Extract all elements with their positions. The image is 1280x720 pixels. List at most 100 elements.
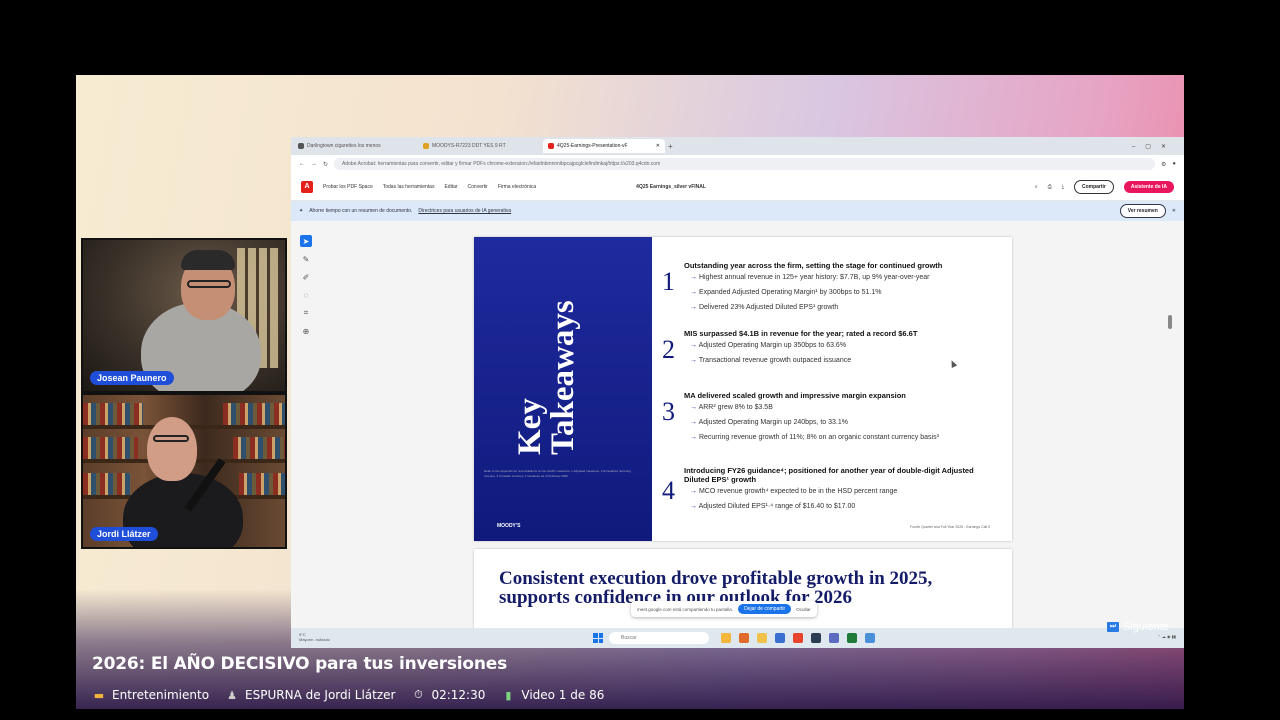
taskbar-app-icon[interactable]	[775, 633, 785, 643]
stopwatch-icon: ⏱	[414, 688, 423, 701]
pdf-page-next: Consistent execution drove profitable gr…	[474, 549, 1012, 639]
browser-tab-active[interactable]: 4Q25-Earnings-Presentation-vF ✕	[543, 139, 665, 153]
takeaway-bullet: Adjusted Operating Margin up 240bps, to …	[690, 419, 848, 426]
share-button[interactable]: Compartir	[1073, 179, 1114, 194]
tool-rail: ➤ ✎ ✐ ◌ ⌗ ⊕	[298, 235, 314, 337]
video-title[interactable]: 2026: El AÑO DECISIVO para tus inversion…	[92, 654, 507, 674]
takeaway-number: 1	[662, 267, 675, 296]
reload-icon[interactable]: ↻	[323, 161, 328, 168]
browser-tab[interactable]: Darlingtown cigarettes los menos	[293, 139, 415, 153]
taskbar-app-icon[interactable]	[829, 633, 839, 643]
file-explorer-icon[interactable]	[721, 633, 731, 643]
menu-item[interactable]: Editar	[444, 184, 457, 190]
takeaway-bullet: Adjusted Diluted EPS¹·⁴ range of $16.40 …	[690, 503, 856, 510]
folder-icon: ▬	[93, 688, 105, 702]
books	[83, 473, 131, 495]
taskbar-search[interactable]: Buscar	[609, 632, 709, 644]
close-tab-icon[interactable]: ✕	[656, 143, 660, 149]
close-icon[interactable]: ✕	[1172, 208, 1176, 214]
books	[223, 403, 285, 425]
takeaway-heading: MA delivered scaled growth and impressiv…	[684, 391, 906, 400]
scrollbar-thumb[interactable]	[1168, 315, 1172, 329]
tab-favicon-icon	[298, 143, 304, 149]
chrome-icon[interactable]	[793, 633, 803, 643]
system-tray[interactable]: ⌃ ☁ ◉ ▮▮	[1157, 634, 1176, 639]
glasses-icon	[187, 280, 231, 288]
terminal-icon[interactable]	[847, 633, 857, 643]
channel-label: ESPURNA de Jordi Llátzer	[245, 688, 396, 702]
sparkle-icon: ✦	[299, 208, 304, 214]
tab-favicon-icon	[548, 143, 554, 149]
lasso-tool-icon[interactable]: ◌	[300, 289, 312, 301]
takeaway-bullet: Transactional revenue growth outpaced is…	[690, 357, 851, 364]
start-icon[interactable]	[593, 633, 603, 643]
stop-sharing-button[interactable]: Dejar de compartir	[738, 604, 792, 614]
address-bar-row: ← → ↻ Adobe Acrobat: herramientas para c…	[291, 155, 1184, 173]
duration-meta: ⏱ 02:12:30	[411, 688, 485, 702]
new-tab-icon[interactable]: +	[668, 142, 673, 151]
playlist-meta[interactable]: ▮ Video 1 de 86	[501, 688, 604, 702]
menu-item[interactable]: Convertir	[468, 184, 488, 190]
takeaway-number: 3	[662, 397, 675, 426]
window-controls[interactable]: –▢✕	[1132, 143, 1184, 150]
hide-banner-button[interactable]: Ocultar	[796, 607, 811, 612]
print-icon[interactable]: ⎙	[1048, 184, 1052, 190]
glasses-icon	[153, 435, 189, 442]
takeaway-number: 4	[662, 476, 675, 505]
view-summary-button[interactable]: Ver resumen	[1119, 204, 1166, 218]
screen-share-banner: meet.google.com está compartiendo tu pan…	[631, 601, 817, 617]
category-meta[interactable]: ▬ Entretenimiento	[92, 688, 209, 702]
banner-text: Ahorre tiempo con un resumen de document…	[309, 208, 413, 214]
browser-tab[interactable]: MOODYS-R7223 DDT YES 9 RT	[418, 139, 540, 153]
text-tool-icon[interactable]: ⌗	[300, 307, 312, 319]
takeaway-bullet: MCO revenue growth⁴ expected to be in th…	[690, 488, 897, 495]
download-icon[interactable]: ⤓	[1062, 184, 1064, 190]
weather-widget[interactable]: 9°C Mayorm. nublado	[299, 632, 330, 642]
takeaway-bullet: Highest annual revenue in 125+ year hist…	[690, 274, 930, 281]
menu-item[interactable]: Todas las herramientas	[383, 184, 435, 190]
folder-icon[interactable]	[757, 633, 767, 643]
next-video-button[interactable]: ⏭ Siguiente	[1107, 621, 1169, 633]
takeaway-number: 2	[662, 335, 675, 364]
slide-footer: Fourth Quarter and Full Year 2025 - Earn…	[910, 525, 990, 529]
zoom-tool-icon[interactable]: ⊕	[300, 325, 312, 337]
comment-tool-icon[interactable]: ✎	[300, 253, 312, 265]
acrobat-toolbar: A Probar los PDF Space Todas las herrami…	[291, 173, 1184, 201]
ai-summary-banner: ✦ Ahorre tiempo con un resumen de docume…	[291, 201, 1184, 221]
url-field[interactable]: Adobe Acrobat: herramientas para convert…	[334, 158, 1155, 170]
next-label: Siguiente	[1123, 621, 1169, 633]
acrobat-logo-icon[interactable]: A	[301, 180, 313, 193]
tab-label: MOODYS-R7223 DDT YES 9 RT	[432, 143, 506, 149]
forward-icon[interactable]: →	[311, 161, 317, 167]
extensions-icon[interactable]: ⚙	[1161, 161, 1166, 168]
profile-icon[interactable]: ●	[1172, 161, 1176, 167]
books	[83, 403, 143, 425]
search-icon[interactable]: ⌕	[1035, 184, 1038, 190]
menu-item[interactable]: Probar los PDF Space	[323, 184, 373, 190]
browser-tab-bar: Darlingtown cigarettes los menos MOODYS-…	[291, 137, 1184, 155]
tab-favicon-icon	[423, 143, 429, 149]
tab-label: Darlingtown cigarettes los menos	[307, 143, 381, 149]
draw-tool-icon[interactable]: ✐	[300, 271, 312, 283]
weather-text: Mayorm. nublado	[299, 637, 330, 642]
select-tool-icon[interactable]: ➤	[300, 235, 312, 247]
webcam-top: Josean Paunero	[81, 238, 287, 393]
takeaway-bullet: Recurring revenue growth of 11%; 8% on a…	[690, 434, 939, 441]
person-hair	[181, 250, 235, 270]
file-name[interactable]: 4Q25 Earnings_silver vFINAL	[636, 184, 706, 190]
ai-assistant-button[interactable]: Asistente de IA	[1123, 180, 1174, 193]
bar-chart-icon: ▮	[505, 688, 512, 702]
taskbar-app-icon[interactable]	[865, 633, 875, 643]
back-icon[interactable]: ←	[299, 161, 305, 167]
windows-taskbar: 9°C Mayorm. nublado Buscar ⌃ ☁ ◉ ▮▮	[291, 628, 1184, 648]
menu-item[interactable]: Firma electrónica	[498, 184, 536, 190]
taskbar-search-label: Buscar	[621, 635, 637, 641]
banner-link[interactable]: Directrices para usuarios de IA generati…	[418, 208, 511, 214]
participant-name-tag: Jordi Llátzer	[90, 527, 158, 541]
takeaway-heading: MIS surpassed $4.1B in revenue for the y…	[684, 329, 918, 338]
channel-meta[interactable]: ♟ ESPURNA de Jordi Llátzer	[225, 688, 395, 702]
taskbar-app-icon[interactable]	[739, 633, 749, 643]
playlist-position-label: Video 1 de 86	[521, 688, 605, 702]
steam-icon[interactable]	[811, 633, 821, 643]
user-icon: ♟	[227, 688, 237, 702]
